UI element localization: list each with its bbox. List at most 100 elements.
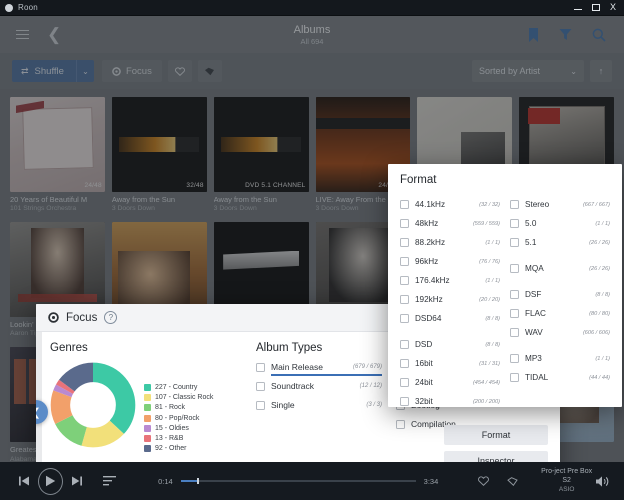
genres-donut-chart[interactable] <box>50 362 136 448</box>
roon-app-window: Roon X ❮ Albums All 694 ⇄ Shuffle ⌄ Focu… <box>0 0 624 500</box>
album-types-title: Album Types <box>256 342 323 354</box>
checkbox[interactable] <box>510 354 519 363</box>
checkbox[interactable] <box>400 257 409 266</box>
format-filter-label: MQA <box>525 264 544 273</box>
format-filter-count: (20 / 20) <box>479 296 500 303</box>
maximize-icon[interactable] <box>591 4 600 11</box>
skip-next-icon[interactable] <box>71 475 83 487</box>
format-filter-label: 88.2kHz <box>415 238 446 247</box>
queue-icon[interactable] <box>103 476 117 486</box>
format-filter-row[interactable]: 192kHz (20 / 20) <box>400 290 500 309</box>
format-filter-row[interactable]: 32bit (200 / 200) <box>400 392 500 407</box>
genre-legend-item[interactable]: 227 - Country <box>144 384 213 391</box>
window-title: Roon <box>18 3 38 12</box>
help-circle-icon[interactable]: ? <box>104 311 118 324</box>
format-filter-row[interactable]: 24bit (454 / 454) <box>400 373 500 392</box>
format-filter-row[interactable]: Stereo (667 / 667) <box>510 195 610 214</box>
genre-legend-item[interactable]: 15 - Oldies <box>144 424 213 432</box>
checkbox[interactable] <box>510 328 519 337</box>
checkbox[interactable] <box>256 362 265 372</box>
format-filter-row[interactable]: 5.1 (26 / 26) <box>510 233 610 252</box>
format-button[interactable]: Format <box>444 425 548 445</box>
checkbox[interactable] <box>400 397 409 406</box>
genre-legend-item[interactable]: 107 - Classic Rock <box>144 394 214 402</box>
skip-previous-icon[interactable] <box>18 475 30 487</box>
checkbox[interactable] <box>510 290 519 299</box>
format-filter-row[interactable]: DSF (8 / 8) <box>510 285 610 304</box>
format-filter-row[interactable]: 48kHz (559 / 559) <box>400 214 500 233</box>
album-type-row[interactable]: Main Release (679 / 679) <box>256 362 382 376</box>
album-type-count: (12 / 12) <box>359 383 382 389</box>
zone-selector[interactable]: Pro-ject Pre Box S2 ASIO <box>538 468 595 494</box>
format-filter-count: (667 / 667) <box>582 201 610 208</box>
checkbox[interactable] <box>400 276 409 285</box>
format-filter-row[interactable]: MQA (26 / 26) <box>510 259 610 278</box>
album-type-row[interactable]: Soundtrack (12 / 12) <box>256 381 382 391</box>
genre-legend-item[interactable]: 81 - Rock <box>144 404 213 412</box>
album-type-count: (679 / 679) <box>352 364 382 370</box>
format-filter-row[interactable]: 16bit (31 / 31) <box>400 354 500 373</box>
format-filter-count: (8 / 8) <box>485 341 500 348</box>
checkbox[interactable] <box>400 314 409 323</box>
seek-bar[interactable] <box>180 478 416 485</box>
checkbox[interactable] <box>256 400 265 410</box>
format-filter-label: 96kHz <box>415 257 439 266</box>
format-filter-row[interactable]: 5.0 (1 / 1) <box>510 214 610 233</box>
checkbox[interactable] <box>510 219 519 228</box>
format-filter-row[interactable]: WAV (606 / 606) <box>510 323 610 342</box>
format-filter-row[interactable]: 96kHz (76 / 76) <box>400 252 500 271</box>
elapsed-time: 0:14 <box>158 476 173 486</box>
format-filter-count: (559 / 559) <box>472 220 500 227</box>
genre-legend-item[interactable]: 92 - Other <box>144 445 213 453</box>
legend-swatch <box>144 434 151 442</box>
format-filter-label: 24bit <box>415 378 433 387</box>
close-icon[interactable]: X <box>610 3 616 12</box>
play-icon[interactable] <box>38 467 64 495</box>
album-type-row[interactable]: Single (3 / 3) <box>256 400 382 410</box>
legend-label: 13 - R&B <box>155 434 184 442</box>
format-filter-row[interactable]: 88.2kHz (1 / 1) <box>400 233 500 252</box>
genres-legend: 227 - Country 107 - Classic Rock 81 - Rock… <box>144 384 213 455</box>
format-filter-row[interactable]: 176.4kHz (1 / 1) <box>400 271 500 290</box>
minimize-icon[interactable] <box>573 8 582 10</box>
checkbox[interactable] <box>510 238 519 247</box>
format-filter-label: 48kHz <box>415 219 439 228</box>
format-filter-count: (44 / 44) <box>589 374 610 381</box>
legend-label: 81 - Rock <box>155 404 185 412</box>
format-filter-row[interactable]: 44.1kHz (32 / 32) <box>400 195 500 214</box>
checkbox[interactable] <box>510 264 519 273</box>
legend-swatch <box>144 445 151 453</box>
format-filter-row[interactable]: DSD64 (8 / 8) <box>400 309 500 328</box>
checkbox[interactable] <box>400 238 409 247</box>
format-filter-count: (1 / 1) <box>595 220 610 227</box>
checkbox[interactable] <box>510 373 519 382</box>
checkbox[interactable] <box>400 200 409 209</box>
checkbox[interactable] <box>400 378 409 387</box>
checkbox[interactable] <box>400 219 409 228</box>
volume-icon[interactable] <box>595 475 610 488</box>
heart-icon[interactable] <box>478 476 490 486</box>
checkbox[interactable] <box>400 340 409 349</box>
tag-icon[interactable] <box>507 476 519 486</box>
album-type-label: Single <box>271 400 295 410</box>
format-filter-label: 16bit <box>415 359 433 368</box>
checkbox[interactable] <box>400 359 409 368</box>
format-filter-row[interactable]: TIDAL (44 / 44) <box>510 368 610 387</box>
format-filter-row[interactable]: DSD (8 / 8) <box>400 335 500 354</box>
checkbox[interactable] <box>510 200 519 209</box>
format-filter-count: (26 / 26) <box>589 239 610 246</box>
album-type-label: Main Release <box>271 362 323 372</box>
checkbox[interactable] <box>510 309 519 318</box>
checkbox[interactable] <box>256 381 265 391</box>
roon-main-surface: ❮ Albums All 694 ⇄ Shuffle ⌄ Focus Sorte… <box>0 16 624 500</box>
format-filter-row[interactable]: FLAC (80 / 80) <box>510 304 610 323</box>
format-filter-count: (8 / 8) <box>595 291 610 298</box>
genre-legend-item[interactable]: 80 - Pop/Rock <box>144 414 213 422</box>
seek-bar-handle[interactable] <box>197 478 200 485</box>
checkbox[interactable] <box>396 419 405 429</box>
legend-label: 107 - Classic Rock <box>155 394 214 402</box>
checkbox[interactable] <box>400 295 409 304</box>
focus-icon <box>48 312 59 323</box>
format-filter-row[interactable]: MP3 (1 / 1) <box>510 349 610 368</box>
genre-legend-item[interactable]: 13 - R&B <box>144 434 213 442</box>
